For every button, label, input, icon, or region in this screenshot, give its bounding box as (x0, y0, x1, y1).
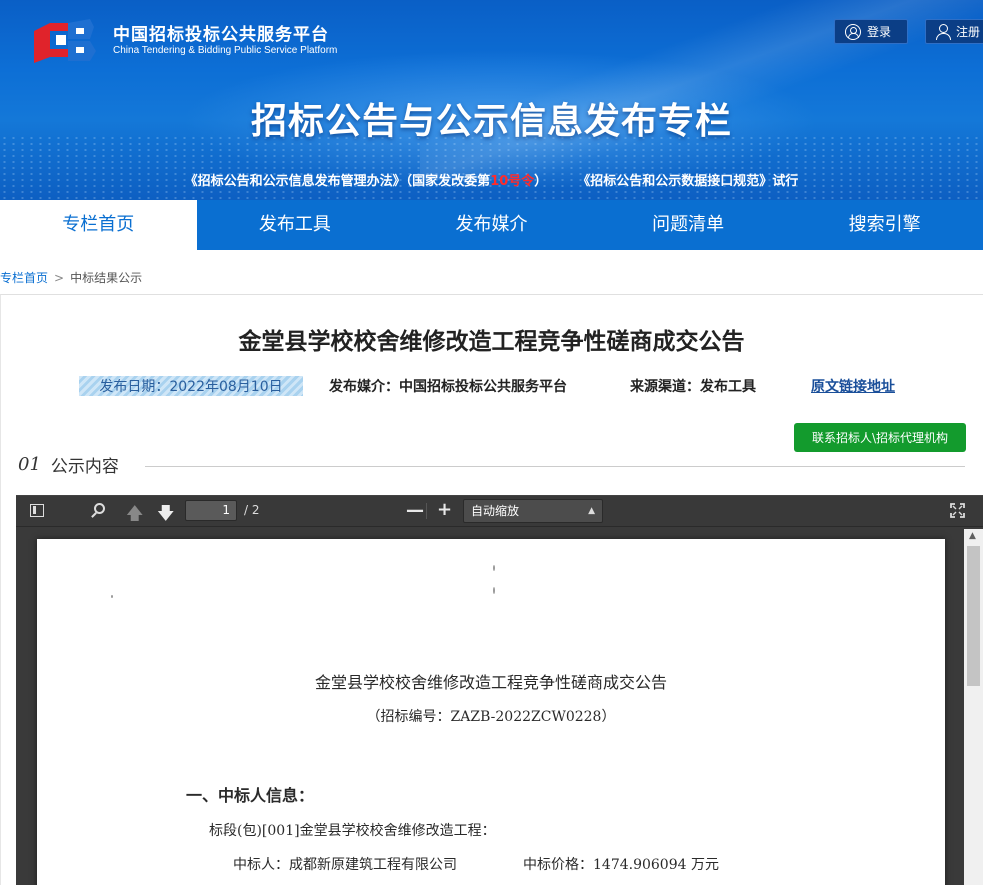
pdf-toolbar: 🡅 🡇 1 / 2 — + 自动缩放 ▲ (16, 495, 983, 527)
publish-media: 发布媒介：中国招标投标公共服务平台 (329, 379, 567, 395)
breadcrumb-current: 中标结果公示 (70, 271, 143, 285)
pdf-scrollbar[interactable]: ▲ (964, 529, 983, 885)
zoom-select-value: 自动缩放 (471, 504, 520, 518)
nav-item-search-engine[interactable]: 搜索引擎 (786, 200, 983, 250)
publish-date: 发布日期：2022年08月10日 (79, 376, 303, 396)
nav-item-publish-tools[interactable]: 发布工具 (197, 200, 394, 250)
nav-item-publish-media[interactable]: 发布媒介 (393, 200, 590, 250)
page-total: / 2 (244, 503, 260, 517)
notice-link-regulation[interactable]: 《招标公告和公示信息发布管理办法》（国家发改委第10号令） (185, 174, 548, 189)
pdf-doc-lot: 标段(包)[001]金堂县学校校舍维修改造工程： (209, 823, 496, 839)
pdf-doc-price: 中标价格：1474.906094 万元 (523, 857, 719, 873)
scroll-up-icon[interactable]: ▲ (969, 531, 976, 541)
site-name-cn[interactable]: 中国招标投标公共服务平台 (113, 20, 329, 45)
section-title: 公示内容 (50, 457, 119, 477)
breadcrumb-home[interactable]: 专栏首页 (0, 271, 48, 285)
breadcrumb: 专栏首页 > 中标结果公示 (0, 269, 142, 286)
pdf-doc-winner: 中标人：成都新原建筑工程有限公司 (233, 857, 457, 873)
sidebar-toggle-icon[interactable] (30, 504, 44, 517)
nav-item-faq[interactable]: 问题清单 (590, 200, 787, 250)
notice-link-spec[interactable]: 《招标公告和公示数据接口规范》试行 (577, 174, 798, 189)
source-channel: 来源渠道：发布工具 (630, 379, 756, 395)
section-number: 01 (18, 454, 41, 475)
page-title: 金堂县学校校舍维修改造工程竞争性磋商成交公告 (238, 329, 745, 355)
zoom-select[interactable]: 自动缩放 ▲ (463, 499, 603, 523)
section-header: 01 公示内容 (18, 452, 119, 477)
original-link[interactable]: 原文链接地址 (811, 376, 895, 396)
contact-tenderer-button[interactable]: 联系招标人\招标代理机构 (794, 423, 966, 452)
scan-speck (111, 595, 113, 598)
scan-speck (493, 587, 495, 594)
banner-title: 招标公告与公示信息发布专栏 (250, 101, 732, 142)
zoom-out-icon[interactable]: — (406, 500, 424, 521)
header-banner: 中国招标投标公共服务平台 China Tendering & Bidding P… (0, 0, 983, 200)
toolbar-divider (426, 503, 427, 519)
person-icon (936, 23, 951, 40)
login-label: 登录 (867, 25, 892, 39)
banner-dots (0, 135, 983, 200)
banner-notice: 《招标公告和公示信息发布管理办法》（国家发改委第10号令） 《招标公告和公示数据接… (0, 170, 983, 189)
register-label: 注册 (956, 25, 981, 39)
register-button[interactable]: 注册 (925, 19, 983, 44)
pdf-doc-code: （招标编号：ZAZB-2022ZCW0228） (366, 709, 616, 725)
arrow-up-icon[interactable]: 🡅 (126, 501, 143, 530)
login-button[interactable]: 登录 (834, 19, 908, 44)
nav-item-home[interactable]: 专栏首页 (0, 200, 197, 250)
scan-speck (493, 565, 495, 571)
user-circle-icon (845, 23, 861, 40)
zoom-in-icon[interactable]: + (437, 499, 452, 520)
breadcrumb-separator: > (54, 271, 65, 285)
select-arrows-icon: ▲ (588, 506, 595, 516)
scroll-thumb[interactable] (967, 546, 980, 686)
notice-highlight: 10号令 (490, 174, 535, 189)
arrow-down-icon[interactable]: 🡇 (157, 501, 174, 530)
main-nav: 专栏首页 发布工具 发布媒介 问题清单 搜索引擎 (0, 200, 983, 250)
search-icon[interactable] (94, 503, 105, 514)
pdf-doc-heading: 一、中标人信息： (186, 786, 315, 805)
section-divider (145, 466, 965, 467)
fullscreen-icon[interactable] (950, 503, 965, 518)
pdf-doc-title: 金堂县学校校舍维修改造工程竞争性磋商成交公告 (314, 673, 667, 692)
site-name-en[interactable]: China Tendering & Bidding Public Service… (113, 45, 337, 56)
pdf-page: 金堂县学校校舍维修改造工程竞争性磋商成交公告 （招标编号：ZAZB-2022ZC… (37, 539, 945, 885)
pdf-viewer: 🡅 🡇 1 / 2 — + 自动缩放 ▲ 金堂县学校校舍维修改造工程竞争性磋商成… (16, 495, 983, 885)
page-number-input[interactable]: 1 (185, 500, 237, 521)
site-logo-icon[interactable] (28, 17, 98, 63)
